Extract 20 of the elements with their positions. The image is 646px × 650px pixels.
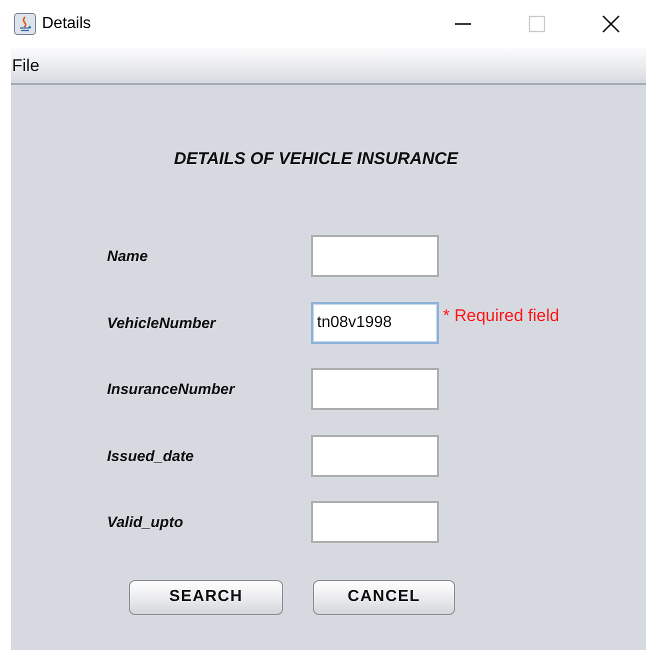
menu-item[interactable]: File <box>11 52 40 78</box>
field-label: InsuranceNumber <box>107 380 236 400</box>
field-label: VehicleNumber <box>107 314 218 334</box>
app-icon <box>14 13 36 35</box>
field-label: Issued_date <box>107 446 195 467</box>
text-field[interactable] <box>311 434 439 477</box>
error-message: * Required field <box>443 304 560 327</box>
minimize-icon <box>455 23 471 25</box>
text-field[interactable] <box>311 235 439 278</box>
cancel-button[interactable]: CANCEL <box>313 580 455 615</box>
text-field[interactable] <box>311 368 439 410</box>
field-label: Valid_upto <box>107 513 184 534</box>
close-icon <box>602 15 620 33</box>
maximize-icon <box>528 15 546 33</box>
text-field[interactable]: tn08v1998 <box>311 302 439 344</box>
text-field[interactable] <box>311 501 439 544</box>
search-button[interactable]: SEARCH <box>129 580 283 615</box>
field-label: Name <box>107 247 149 268</box>
form-heading: DETAILS OF VEHICLE INSURANCE <box>173 148 460 170</box>
window-title: Details <box>42 14 91 34</box>
